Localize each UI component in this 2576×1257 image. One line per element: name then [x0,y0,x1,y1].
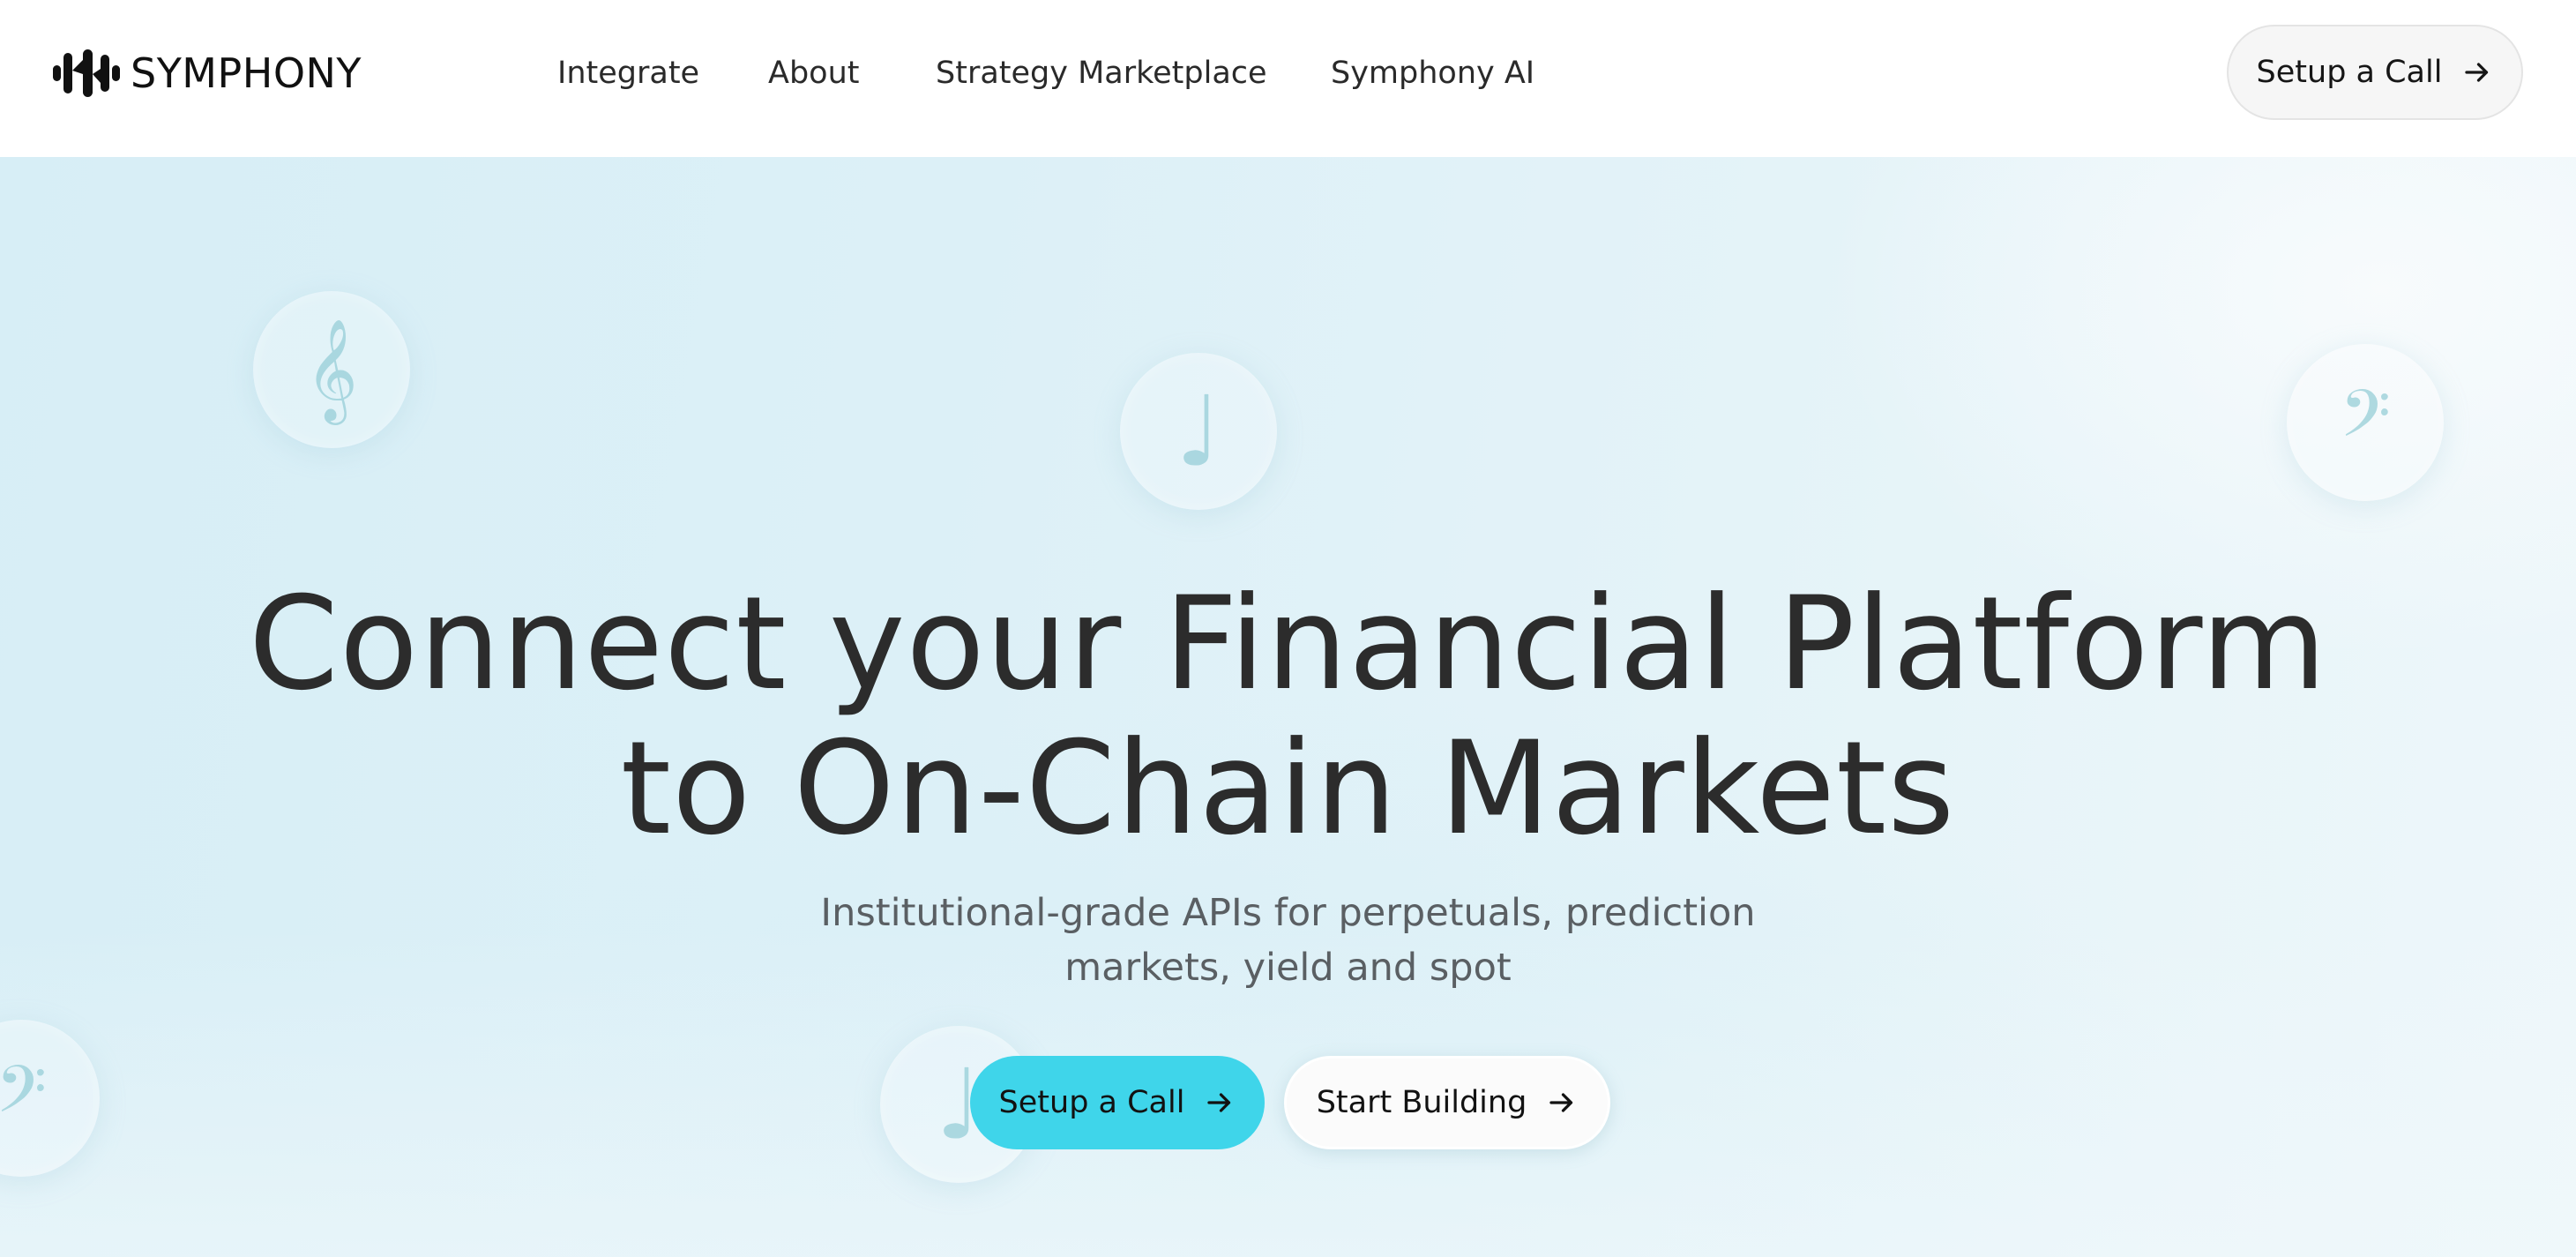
hero-headline-line-2: to On-Chain Markets [620,714,1956,864]
brand-name: SYMPHONY [131,49,362,97]
bass-clef-icon: 𝄢 [2287,344,2444,501]
hero-start-building-label: Start Building [1316,1085,1527,1120]
hero-start-building-button[interactable]: Start Building [1284,1056,1610,1149]
header-setup-call-label: Setup a Call [2256,55,2443,90]
quarter-note-icon: ♩ [1120,353,1277,510]
treble-clef-icon: 𝄞 [253,291,410,448]
nav-item-strategy-marketplace[interactable]: Strategy Marketplace [936,49,1267,98]
arrow-right-icon [1549,1093,1573,1112]
hero-setup-call-button[interactable]: Setup a Call [970,1056,1265,1149]
nav-item-integrate[interactable]: Integrate [557,49,699,98]
arrow-right-icon [2465,63,2489,82]
hero-section: 𝄞 ♩ 𝄢 𝄢 ♩ Connect your Financial Platfor… [0,157,2576,1257]
waveform-logo-icon [53,49,120,97]
hero-headline-line-1: Connect your Financial Platform [248,569,2328,719]
nav-item-about[interactable]: About [768,49,859,98]
hero-subtitle-line-1: Institutional-grade APIs for perpetuals,… [820,891,1756,935]
site-header: SYMPHONY Integrate About Strategy Market… [0,0,2576,157]
brand-logo[interactable]: SYMPHONY [51,44,362,102]
arrow-right-icon [1207,1093,1231,1112]
nav-item-symphony-ai[interactable]: Symphony AI [1331,49,1534,98]
hero-setup-call-label: Setup a Call [998,1085,1185,1120]
header-setup-call-button[interactable]: Setup a Call [2227,25,2523,120]
hero-subtitle-line-2: markets, yield and spot [1064,946,1512,990]
